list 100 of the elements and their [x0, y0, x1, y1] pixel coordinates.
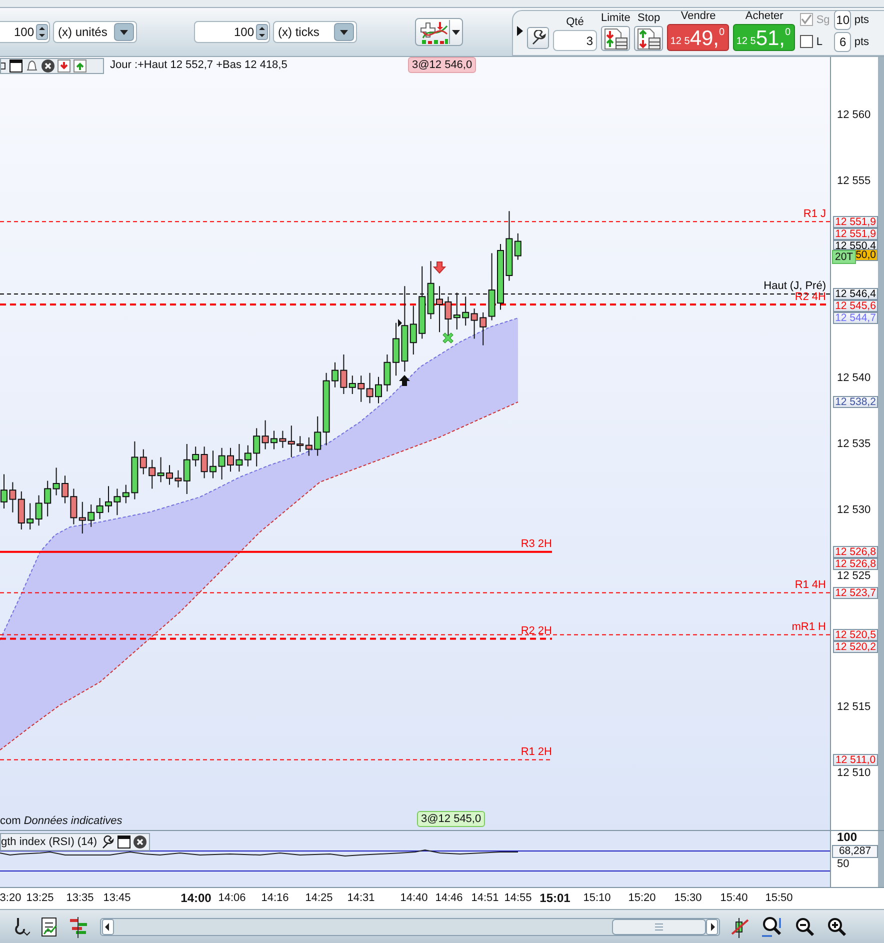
time-label: 14:40	[400, 892, 428, 904]
price-tag: 12 520,5	[833, 628, 878, 641]
zoom-out-icon[interactable]	[794, 916, 816, 938]
spinner-arrows-icon[interactable]	[36, 24, 48, 40]
candle	[62, 475, 68, 504]
candle	[166, 464, 173, 486]
candle	[210, 450, 216, 479]
report-icon[interactable]	[40, 916, 58, 938]
rsi-value-tag: 68,287	[832, 845, 878, 858]
level-label: R1 4H	[794, 578, 826, 591]
unit-label: pts	[854, 14, 870, 26]
level-label: R1 J	[803, 208, 826, 220]
wrench-icon[interactable]	[100, 835, 115, 849]
triangle-marker-icon	[398, 319, 402, 327]
price-tick-label: 12 515	[837, 700, 871, 714]
time-label: 15:30	[674, 892, 702, 904]
zoom-fit-icon[interactable]	[760, 915, 784, 939]
candle	[270, 430, 278, 450]
strategy-button[interactable]	[415, 18, 463, 46]
quantity-label: Qté	[566, 16, 584, 29]
up-arrow-document-icon[interactable]	[73, 59, 87, 73]
window-icon[interactable]	[116, 835, 131, 849]
cross-icon	[442, 332, 454, 344]
down-arrow-icon	[432, 262, 446, 274]
bell-icon[interactable]	[25, 59, 39, 73]
price-tag: 12 551,9	[833, 216, 878, 228]
order-book-icon[interactable]	[68, 916, 90, 938]
price-tick-label: 12 555	[837, 174, 871, 188]
price-tag: 12 546,4	[833, 288, 878, 300]
data-disclaimer-text: com Données indicatives	[0, 815, 122, 827]
points-field[interactable]: 6	[834, 32, 852, 52]
price-tag: 12 545,6	[833, 300, 878, 312]
candle	[218, 447, 226, 480]
link-icon[interactable]	[12, 916, 30, 938]
price-tag: 12 551,9	[833, 228, 878, 240]
down-arrow-document-icon[interactable]	[57, 59, 71, 73]
price-tag: 12 526,8	[833, 546, 878, 558]
time-label: 13:25	[26, 892, 54, 904]
order-tag[interactable]: 3@12 545,0	[417, 811, 486, 827]
window-icon[interactable]	[9, 59, 23, 73]
level-label: R1 2H	[520, 746, 552, 758]
order-tag[interactable]: 3@12 546,0	[408, 57, 476, 73]
close-icon[interactable]	[132, 835, 147, 849]
price-tag: 12 511,0	[833, 754, 878, 766]
sell-label: Vendre	[680, 10, 716, 23]
candle	[227, 447, 234, 472]
scroll-thumb[interactable]	[612, 919, 706, 935]
check-icon	[801, 14, 812, 25]
zoom-in-icon[interactable]	[826, 916, 848, 938]
time-label: 15:40	[720, 892, 748, 904]
time-label: 15:10	[583, 892, 611, 904]
limit-order-button[interactable]	[601, 26, 630, 51]
buy-label: Acheter	[745, 10, 784, 23]
candle	[497, 244, 504, 310]
order-list-icon	[604, 28, 628, 50]
candle	[384, 354, 391, 392]
daily-high-low-text: Jour :+Haut 12 552,7 +Bas 12 418,5	[110, 59, 288, 71]
quantity-field[interactable]: 100	[0, 21, 50, 43]
level-label: mR1 H	[792, 620, 826, 633]
time-label: 13:45	[103, 892, 131, 904]
time-label: 14:31	[347, 892, 375, 904]
expand-arrow-icon[interactable]	[517, 26, 523, 36]
unit-dropdown[interactable]: (x) unités	[53, 21, 137, 43]
time-label: 15:01	[540, 891, 570, 905]
candle	[375, 376, 382, 404]
option-checkbox[interactable]	[800, 35, 814, 48]
unit-dropdown[interactable]: (x) ticks	[273, 21, 357, 43]
caret-icon[interactable]	[449, 20, 462, 44]
candle	[436, 286, 443, 333]
timer-badge: 20T	[832, 250, 856, 264]
time-label: 14:55	[504, 892, 532, 904]
chart-style-icon[interactable]	[730, 916, 750, 938]
dropdown-caret-icon[interactable]	[114, 23, 134, 41]
time-label: 15:20	[628, 892, 656, 904]
wrench-icon	[530, 30, 546, 46]
price-tag: 12 538,2	[833, 396, 878, 408]
level-label: R2 2H	[520, 624, 552, 637]
stop-label: Stop	[638, 12, 660, 25]
price-tick-label: 12 560	[837, 108, 871, 122]
price-tag: 12 523,7	[833, 586, 878, 599]
spinner-arrows-icon[interactable]	[256, 24, 268, 40]
candle	[332, 362, 338, 388]
indicator-title: gth index (RSI) (14)	[1, 836, 98, 848]
candle	[105, 486, 112, 513]
offset-field[interactable]: 100	[194, 21, 270, 43]
scroll-right-icon[interactable]	[706, 919, 718, 935]
close-icon[interactable]	[41, 59, 55, 73]
horizontal-scrollbar[interactable]	[100, 918, 720, 936]
time-label: 14:00	[180, 891, 212, 905]
dropdown-caret-icon[interactable]	[334, 23, 354, 41]
price-tick-label: 12 525	[837, 568, 871, 583]
price-tick-label: 12 530	[837, 502, 871, 517]
level-label: Haut (J, Pré)	[764, 280, 826, 292]
checkbox-label: L	[816, 36, 824, 48]
quantity-field[interactable]: 3	[553, 30, 597, 51]
scroll-left-icon[interactable]	[102, 919, 114, 935]
stop-order-button[interactable]	[634, 26, 664, 51]
time-label: 13:35	[66, 892, 94, 904]
limit-label: Limite	[601, 12, 630, 25]
settings-button[interactable]	[527, 27, 549, 49]
